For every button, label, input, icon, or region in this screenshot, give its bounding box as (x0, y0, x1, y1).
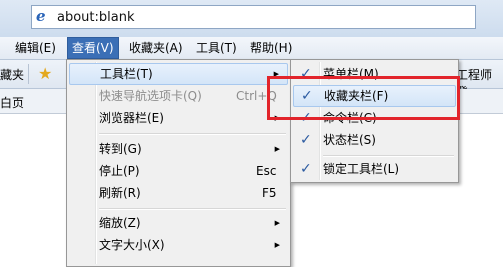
address-bar-area: e about:blank (0, 0, 503, 37)
menu-separator (99, 133, 286, 135)
menu-bar: 编辑(E) 查看(V) 收藏夹(A) 工具(T) 帮助(H) (0, 37, 503, 60)
view-menu-item-zoom[interactable]: 缩放(Z) ▶ (69, 212, 288, 234)
menu-item-label: 缩放(Z) (99, 216, 141, 230)
submenu-arrow-icon: ▶ (274, 145, 280, 153)
menu-separator (323, 155, 454, 157)
favorites-label[interactable]: 藏夹 (0, 66, 24, 83)
menu-item-label: 快速导航选项卡(Q) (99, 89, 202, 103)
menu-item-shortcut: F5 (262, 186, 277, 200)
menu-help[interactable]: 帮助(H) (250, 37, 292, 59)
menu-edit[interactable]: 编辑(E) (15, 37, 56, 59)
address-text: about:blank (57, 10, 135, 25)
toolbar-item-status-bar[interactable]: ✓ 状态栏(S) (293, 129, 456, 151)
menu-separator (99, 208, 286, 210)
menu-item-label: 停止(P) (99, 164, 140, 178)
checkmark-icon: ✓ (300, 161, 312, 177)
view-menu-item-explorer-bars[interactable]: 浏览器栏(E) ▶ (69, 107, 288, 129)
favorites-star-icon[interactable]: ★ (38, 64, 52, 83)
view-menu-item-text-size[interactable]: 文字大小(X) ▶ (69, 234, 288, 256)
view-menu-item-goto[interactable]: 转到(G) ▶ (69, 138, 288, 160)
address-input[interactable]: e about:blank (31, 5, 476, 29)
view-menu-item-refresh[interactable]: 刷新(R) F5 (69, 182, 288, 204)
annotation-highlight-box (267, 76, 460, 120)
menu-item-label: 状态栏(S) (323, 133, 376, 147)
menu-item-label: 浏览器栏(E) (99, 111, 164, 125)
submenu-arrow-icon: ▶ (274, 219, 280, 227)
view-menu-item-stop[interactable]: 停止(P) Esc (69, 160, 288, 182)
submenu-arrow-icon: ▶ (274, 241, 280, 249)
view-menu-item-toolbars[interactable]: 工具栏(T) ▶ (69, 63, 288, 85)
menu-item-label: 刷新(R) (99, 186, 141, 200)
ie-logo-icon: e (36, 7, 46, 25)
menu-item-label: 锁定工具栏(L) (323, 162, 400, 176)
view-menu-item-quick-tabs[interactable]: 快速导航选项卡(Q) Ctrl+Q (69, 85, 288, 107)
menu-item-label: 工具栏(T) (100, 67, 153, 81)
checkmark-icon: ✓ (300, 132, 312, 148)
toolbar-separator (28, 64, 29, 84)
menu-item-label: 文字大小(X) (99, 238, 165, 252)
menu-item-shortcut: Esc (256, 164, 277, 178)
tab-blank-page[interactable]: 白页 (0, 94, 24, 111)
toolbar-item-lock-toolbars[interactable]: ✓ 锁定工具栏(L) (293, 158, 456, 180)
menu-favorites[interactable]: 收藏夹(A) (129, 37, 183, 59)
view-menu: 工具栏(T) ▶ 快速导航选项卡(Q) Ctrl+Q 浏览器栏(E) ▶ 转到(… (66, 59, 291, 267)
menu-tools[interactable]: 工具(T) (196, 37, 237, 59)
menu-view[interactable]: 查看(V) (67, 37, 119, 59)
menu-item-label: 转到(G) (99, 142, 142, 156)
